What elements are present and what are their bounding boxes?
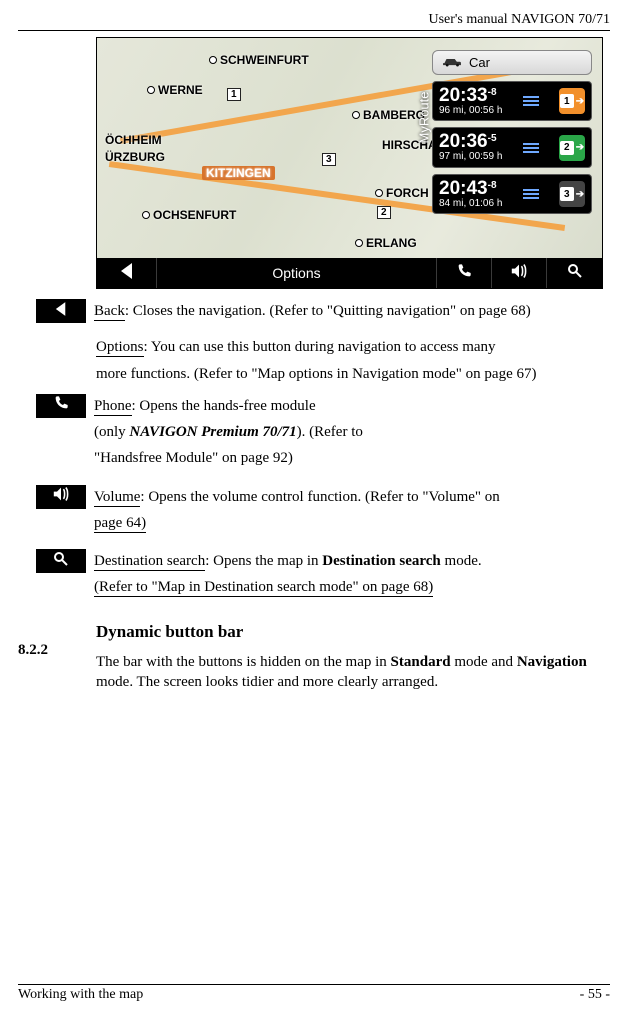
manual-title: User's manual NAVIGON 70/71	[428, 12, 610, 27]
city-label: ÜRZBURG	[105, 150, 165, 164]
phone-button-graphic	[36, 394, 86, 418]
footer-page-number: - 55 -	[580, 987, 610, 1003]
city-label: BAMBERG	[352, 108, 425, 122]
term-volume: Volume	[94, 489, 140, 507]
arrow-right-icon: ➔	[576, 96, 584, 107]
toolbar-phone-button[interactable]	[437, 258, 492, 288]
desc-row-back: Back: Closes the navigation. (Refer to "…	[36, 299, 610, 327]
section-number: 8.2.2	[18, 642, 48, 659]
toolbar-search-button[interactable]	[547, 258, 602, 288]
route-label-2: 2	[377, 206, 391, 219]
desc-row-destination: Destination search: Opens the map in Des…	[36, 549, 610, 604]
route-panel: Car MyRoute 20:33-8 96 mi, 00:56 h 1➔ 2	[432, 50, 592, 214]
desc-row-phone: Phone: Opens the hands-free module (only…	[36, 394, 610, 475]
back-description: Back: Closes the navigation. (Refer to "…	[94, 301, 531, 321]
route-times: 20:36-5 97 mi, 00:59 h	[439, 132, 502, 162]
back-button-graphic	[36, 299, 86, 323]
content-column: 1 3 2 SCHWEINFURT WERNE ÖCHHEIM ÜRZBURG …	[96, 37, 610, 692]
search-button-graphic	[36, 549, 86, 573]
city-label: WERNE	[147, 83, 203, 97]
signal-icon	[523, 96, 539, 106]
signal-icon	[523, 189, 539, 199]
city-label: ÖCHHEIM	[105, 133, 162, 147]
term-destination: Destination search	[94, 553, 205, 571]
profile-label: Car	[469, 55, 490, 70]
car-icon	[441, 54, 463, 71]
volume-description: Volume: Opens the volume control functio…	[94, 485, 500, 540]
route-card[interactable]: 20:33-8 96 mi, 00:56 h 1➔	[432, 81, 592, 121]
running-header: User's manual NAVIGON 70/71	[18, 12, 610, 31]
magnifier-icon	[53, 551, 69, 572]
page: User's manual NAVIGON 70/71 1 3 2 SCHWEI…	[0, 0, 628, 1021]
phone-icon	[53, 395, 69, 416]
arrow-right-icon: ➔	[576, 142, 584, 153]
options-description: Options: You can use this button during …	[96, 337, 610, 357]
city-label: OCHSENFURT	[142, 208, 236, 222]
city-label-selected: KITZINGEN	[202, 166, 275, 180]
route-label-3: 3	[322, 153, 336, 166]
city-label: FORCH	[375, 186, 429, 200]
running-footer: Working with the map - 55 -	[18, 984, 610, 1003]
route-times: 20:33-8 96 mi, 00:56 h	[439, 86, 502, 116]
toolbar-options-button[interactable]: Options	[157, 258, 437, 288]
desc-row-volume: Volume: Opens the volume control functio…	[36, 485, 610, 540]
city-label: SCHWEINFURT	[209, 53, 309, 67]
phone-icon	[456, 263, 472, 283]
route-card[interactable]: 20:43-8 84 mi, 01:06 h 3➔	[432, 174, 592, 214]
volume-button-graphic	[36, 485, 86, 509]
route-card[interactable]: 20:36-5 97 mi, 00:59 h 2➔	[432, 127, 592, 167]
back-triangle-icon	[55, 302, 67, 321]
route-chip: 1➔	[559, 88, 585, 114]
profile-pill[interactable]: Car	[432, 50, 592, 75]
city-label: ERLANG	[355, 236, 417, 250]
model-name: NAVIGON Premium 70/71	[129, 424, 296, 440]
footer-chapter: Working with the map	[18, 987, 143, 1003]
term-phone: Phone	[94, 398, 132, 416]
route-chip: 2➔	[559, 135, 585, 161]
toolbar: Options	[97, 258, 602, 288]
magnifier-icon	[567, 263, 583, 283]
section-body: The bar with the buttons is hidden on th…	[96, 652, 610, 693]
device-screenshot: 1 3 2 SCHWEINFURT WERNE ÖCHHEIM ÜRZBURG …	[96, 37, 603, 289]
section-title: Dynamic button bar	[96, 622, 610, 642]
back-triangle-icon	[120, 263, 134, 283]
term-back: Back	[94, 303, 125, 321]
phone-description: Phone: Opens the hands-free module (only…	[94, 394, 363, 475]
toolbar-options-label: Options	[272, 265, 320, 281]
signal-icon	[523, 143, 539, 153]
volume-icon	[51, 486, 71, 507]
term-options: Options	[96, 339, 144, 357]
route-chip: 3➔	[559, 181, 585, 207]
volume-icon	[509, 263, 529, 283]
myroute-label: MyRoute	[417, 91, 432, 143]
toolbar-back-button[interactable]	[97, 258, 157, 288]
route-label-1: 1	[227, 88, 241, 101]
route-times: 20:43-8 84 mi, 01:06 h	[439, 179, 502, 209]
toolbar-volume-button[interactable]	[492, 258, 547, 288]
arrow-right-icon: ➔	[576, 189, 584, 200]
options-description-cont: more functions. (Refer to "Map options i…	[96, 364, 610, 384]
destination-description: Destination search: Opens the map in Des…	[94, 549, 482, 604]
